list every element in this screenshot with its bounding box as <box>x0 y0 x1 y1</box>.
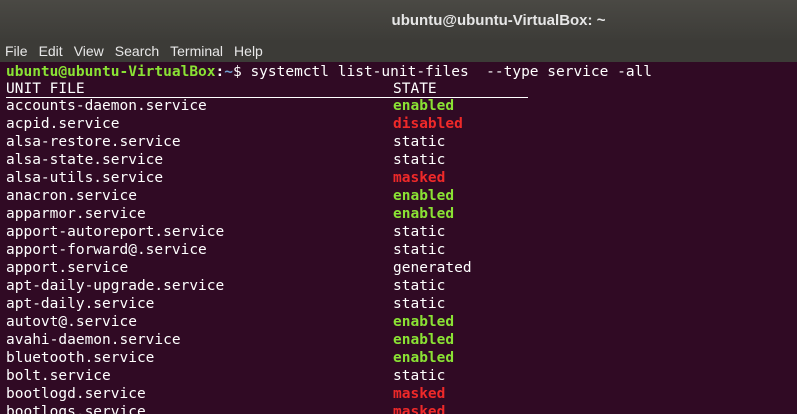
table-row: anacron.service enabled <box>6 187 786 205</box>
unit-file-name: apt-daily-upgrade.service <box>6 278 225 294</box>
table-row: acpid.service disabled <box>6 115 786 133</box>
menu-search[interactable]: Search <box>115 43 159 59</box>
table-row: bolt.service static <box>6 367 786 385</box>
table-row: alsa-restore.service static <box>6 133 786 151</box>
unit-state: static <box>393 296 446 312</box>
unit-file-name: apport-forward@.service <box>6 242 207 258</box>
prompt-line: ubuntu@ubuntu-VirtualBox:~$ systemctl li… <box>6 63 652 81</box>
terminal-output[interactable]: ubuntu@ubuntu-VirtualBox:~$ systemctl li… <box>0 62 797 414</box>
table-row: avahi-daemon.service enabled <box>6 331 786 349</box>
unit-state: enabled <box>393 188 455 204</box>
unit-state: disabled <box>393 116 463 132</box>
unit-file-name: bootlogs.service <box>6 404 146 414</box>
table-row: apport-autoreport.service static <box>6 223 786 241</box>
unit-state: static <box>393 368 446 384</box>
table-row: autovt@.service enabled <box>6 313 786 331</box>
unit-state: static <box>393 278 446 294</box>
unit-file-name: alsa-restore.service <box>6 134 181 150</box>
prompt-separator: : <box>215 64 225 80</box>
menu-view[interactable]: View <box>74 43 104 59</box>
table-header: UNIT FILE STATE <box>6 81 528 98</box>
menu-file[interactable]: File <box>5 43 28 59</box>
unit-file-name: bluetooth.service <box>6 350 155 366</box>
unit-file-name: apparmor.service <box>6 206 146 222</box>
unit-state: static <box>393 152 446 168</box>
unit-file-name: apport-autoreport.service <box>6 224 225 240</box>
unit-state: masked <box>393 404 446 414</box>
unit-state: enabled <box>393 332 455 348</box>
unit-state: static <box>393 134 446 150</box>
unit-file-name: apt-daily.service <box>6 296 155 312</box>
unit-file-name: alsa-state.service <box>6 152 164 168</box>
menu-help[interactable]: Help <box>234 43 263 59</box>
terminal-window: ubuntu@ubuntu-VirtualBox: ~ File Edit Vi… <box>0 0 797 414</box>
table-row: bootlogs.service masked <box>6 403 786 414</box>
table-row: apparmor.service enabled <box>6 205 786 223</box>
unit-file-name: bootlogd.service <box>6 386 146 402</box>
menu-bar: File Edit View Search Terminal Help <box>0 40 797 62</box>
prompt-dollar: $ <box>232 64 251 80</box>
prompt-user-host: ubuntu@ubuntu-VirtualBox <box>6 64 216 80</box>
table-row: bluetooth.service enabled <box>6 349 786 367</box>
unit-state: generated <box>393 260 472 276</box>
unit-file-name: alsa-utils.service <box>6 170 164 186</box>
unit-list: accounts-daemon.service enabled acpid.serv… <box>6 97 786 414</box>
window-titlebar[interactable]: ubuntu@ubuntu-VirtualBox: ~ <box>0 0 797 40</box>
unit-state: enabled <box>393 206 455 222</box>
unit-file-name: bolt.service <box>6 368 111 384</box>
header-unit-file: UNIT FILE <box>6 81 85 97</box>
prompt-path: ~ <box>224 64 233 80</box>
unit-file-name: anacron.service <box>6 188 137 204</box>
command-text: systemctl list-unit-files --type service… <box>250 64 653 80</box>
menu-edit[interactable]: Edit <box>39 43 63 59</box>
window-title: ubuntu@ubuntu-VirtualBox: ~ <box>391 11 606 29</box>
table-row: apt-daily.service static <box>6 295 786 313</box>
unit-file-name: acpid.service <box>6 116 120 132</box>
table-row: alsa-utils.service masked <box>6 169 786 187</box>
unit-file-name: accounts-daemon.service <box>6 98 207 114</box>
table-row: bootlogd.service masked <box>6 385 786 403</box>
table-row: accounts-daemon.service enabled <box>6 97 786 115</box>
unit-state: enabled <box>393 314 455 330</box>
table-row: alsa-state.service static <box>6 151 786 169</box>
unit-file-name: avahi-daemon.service <box>6 332 181 348</box>
menu-terminal[interactable]: Terminal <box>170 43 223 59</box>
unit-state: enabled <box>393 98 455 114</box>
unit-state: masked <box>393 386 446 402</box>
unit-file-name: apport.service <box>6 260 129 276</box>
unit-state: static <box>393 224 446 240</box>
table-row: apport.service generated <box>6 259 786 277</box>
unit-file-name: autovt@.service <box>6 314 137 330</box>
table-row: apport-forward@.service static <box>6 241 786 259</box>
header-state: STATE <box>393 81 437 97</box>
unit-state: enabled <box>393 350 455 366</box>
unit-state: static <box>393 242 446 258</box>
table-row: apt-daily-upgrade.service static <box>6 277 786 295</box>
unit-state: masked <box>393 170 446 186</box>
